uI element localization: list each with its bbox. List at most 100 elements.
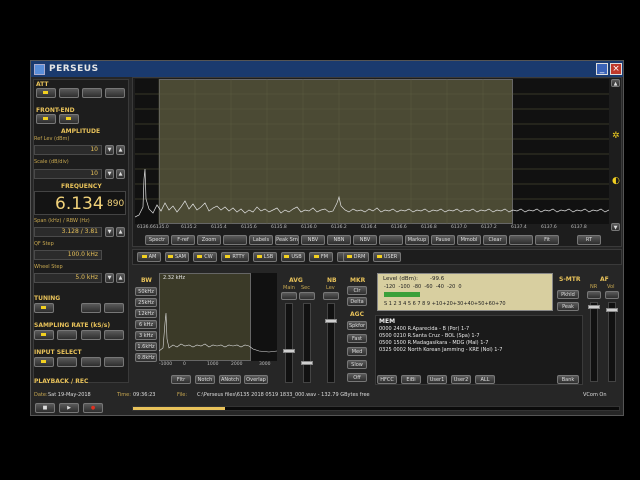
scale-up[interactable]: ▲ (116, 169, 125, 179)
nb-button[interactable] (323, 292, 339, 300)
minimize-button[interactable]: _ (596, 63, 608, 75)
bw-button[interactable]: 12kHz (135, 309, 157, 318)
spectrum-toolbar-button[interactable] (379, 235, 403, 245)
af-nr-slider[interactable] (590, 302, 598, 382)
scale-down[interactable]: ▼ (105, 169, 114, 179)
wheel-step-down[interactable]: ▼ (105, 273, 114, 283)
mode-fm[interactable]: FM (309, 252, 333, 262)
af-vol-slider[interactable] (608, 302, 616, 382)
avg-main-knob[interactable] (283, 349, 295, 353)
spectrum-toolbar-button[interactable]: Peak Srn (275, 235, 299, 245)
mem-eibi-button[interactable]: EiBi (401, 375, 421, 384)
af-vol-button[interactable] (605, 291, 619, 299)
filter-bottom-button[interactable]: Overlap (244, 375, 268, 384)
memory-item[interactable]: 0500 0210 R.Santa Cruz - BOL (Spa) 1-7 (379, 333, 502, 340)
tuning-button-2[interactable] (81, 303, 101, 313)
spectrum-toolbar-button[interactable]: Zoom (197, 235, 221, 245)
wheel-step-value[interactable]: 5.0 kHz (34, 273, 102, 283)
gear-icon[interactable]: ✲ (612, 131, 620, 141)
input-button-1[interactable] (34, 357, 54, 367)
bw-button[interactable]: 6 kHz (135, 320, 157, 329)
mode-lsb[interactable]: LSB (253, 252, 277, 262)
playback-progress[interactable] (132, 406, 620, 411)
avg-main-button[interactable] (281, 292, 297, 300)
mem-user2-button[interactable]: User2 (451, 375, 471, 384)
qf-step-value[interactable]: 100.0 kHz (34, 250, 102, 260)
nb-knob[interactable] (325, 319, 337, 323)
input-button-3[interactable] (81, 357, 101, 367)
spectrum-toolbar-button[interactable] (223, 235, 247, 245)
smtr-pkhld-button[interactable]: Pkhld (557, 290, 579, 299)
avg-sec-button[interactable] (299, 292, 315, 300)
ref-lev-up[interactable]: ▲ (116, 145, 125, 155)
avg-sec-knob[interactable] (301, 361, 313, 365)
af-nr-knob[interactable] (588, 305, 600, 309)
spectrum-toolbar-button[interactable]: F-ref (171, 235, 195, 245)
mem-all-button[interactable]: ALL (475, 375, 495, 384)
spectrum-toolbar-button[interactable]: NBN (327, 235, 351, 245)
mode-rtty[interactable]: RTTY (221, 252, 249, 262)
ref-lev-down[interactable]: ▼ (105, 145, 114, 155)
input-button-2[interactable] (57, 357, 77, 367)
sampling-button-4[interactable] (104, 330, 124, 340)
tuning-button-3[interactable] (104, 303, 124, 313)
mode-user[interactable]: USER (373, 252, 401, 262)
mkr-delta-button[interactable]: Delta (347, 297, 367, 306)
half-circle-icon[interactable]: ◐ (612, 176, 620, 186)
mode-drm[interactable]: DRM (343, 252, 369, 262)
spectrum-toolbar-button[interactable]: Mmobl (457, 235, 481, 245)
spectrum-toolbar-button[interactable]: NBV (301, 235, 325, 245)
sampling-button-3[interactable] (81, 330, 101, 340)
mode-am[interactable]: AM (137, 252, 161, 262)
spectrum-toolbar-button[interactable]: Markup (405, 235, 429, 245)
ref-lev-value[interactable]: 10 (34, 145, 102, 155)
frequency-display[interactable]: 6.134 890 (34, 191, 126, 215)
memory-item[interactable]: 0500 1500 R.Madagasikara - MDG (Mal) 1-7 (379, 340, 502, 347)
mode-sam[interactable]: SAM (165, 252, 189, 262)
mem-user1-button[interactable]: User1 (427, 375, 447, 384)
agc-button[interactable]: Slow (347, 360, 367, 369)
memory-item[interactable]: 0000 2400 R.Aparecida - B (Por) 1-7 (379, 326, 502, 333)
mem-hfcc-button[interactable]: HFCC (377, 375, 397, 384)
agc-button[interactable]: Fast (347, 334, 367, 343)
spectrum-toolbar-button[interactable]: Labels (249, 235, 273, 245)
spectrum-toolbar-button[interactable] (509, 235, 533, 245)
mode-usb[interactable]: USB (281, 252, 305, 262)
avg-sec-slider[interactable] (303, 303, 311, 383)
span-down[interactable]: ▼ (105, 227, 114, 237)
mkr-clr-button[interactable]: Clr (347, 286, 367, 295)
bw-button[interactable]: 1.6kHz (135, 342, 157, 351)
bw-button[interactable]: 25kHz (135, 298, 157, 307)
af-vol-knob[interactable] (606, 308, 618, 312)
spectrum-scroll-down[interactable]: ▼ (611, 223, 620, 231)
att-button-20[interactable] (82, 88, 102, 98)
spectrum-scroll-up[interactable]: ▲ (611, 79, 620, 87)
memory-item[interactable]: 0325 0002 North Korean Jamming - KRE (No… (379, 347, 502, 354)
filter-bottom-button[interactable]: ANotch (219, 375, 241, 384)
filter-bottom-button[interactable]: Fltr (171, 375, 191, 384)
close-button[interactable]: × (610, 63, 622, 75)
sampling-button-2[interactable] (57, 330, 77, 340)
spectrum-toolbar-button[interactable]: Pause (431, 235, 455, 245)
play-button[interactable]: ▶ (59, 403, 79, 413)
mem-bank-button[interactable]: Bank (557, 375, 579, 384)
bw-button[interactable]: 0.8kHz (135, 353, 157, 362)
stop-button[interactable]: ■ (35, 403, 55, 413)
sampling-button-1[interactable] (34, 330, 54, 340)
scale-value[interactable]: 10 (34, 169, 102, 179)
bw-button[interactable]: 50kHz (135, 287, 157, 296)
bw-button[interactable]: 3 kHz (135, 331, 157, 340)
wheel-step-up[interactable]: ▲ (116, 273, 125, 283)
agc-button[interactable]: Med (347, 347, 367, 356)
spectrum-toolbar-button[interactable]: Clear (483, 235, 507, 245)
att-button-30[interactable] (105, 88, 125, 98)
avg-main-slider[interactable] (285, 303, 293, 383)
tuning-button-1[interactable] (34, 303, 54, 313)
record-button[interactable]: ● (83, 403, 103, 413)
filter-bottom-button[interactable]: Notch (195, 375, 215, 384)
att-button-10[interactable] (59, 88, 79, 98)
af-nr-button[interactable] (587, 291, 601, 299)
spectrum-toolbar-button[interactable]: Spectr (145, 235, 169, 245)
spectrum-toolbar-button[interactable]: RT (577, 235, 601, 245)
front-end-button-1[interactable] (36, 114, 56, 124)
